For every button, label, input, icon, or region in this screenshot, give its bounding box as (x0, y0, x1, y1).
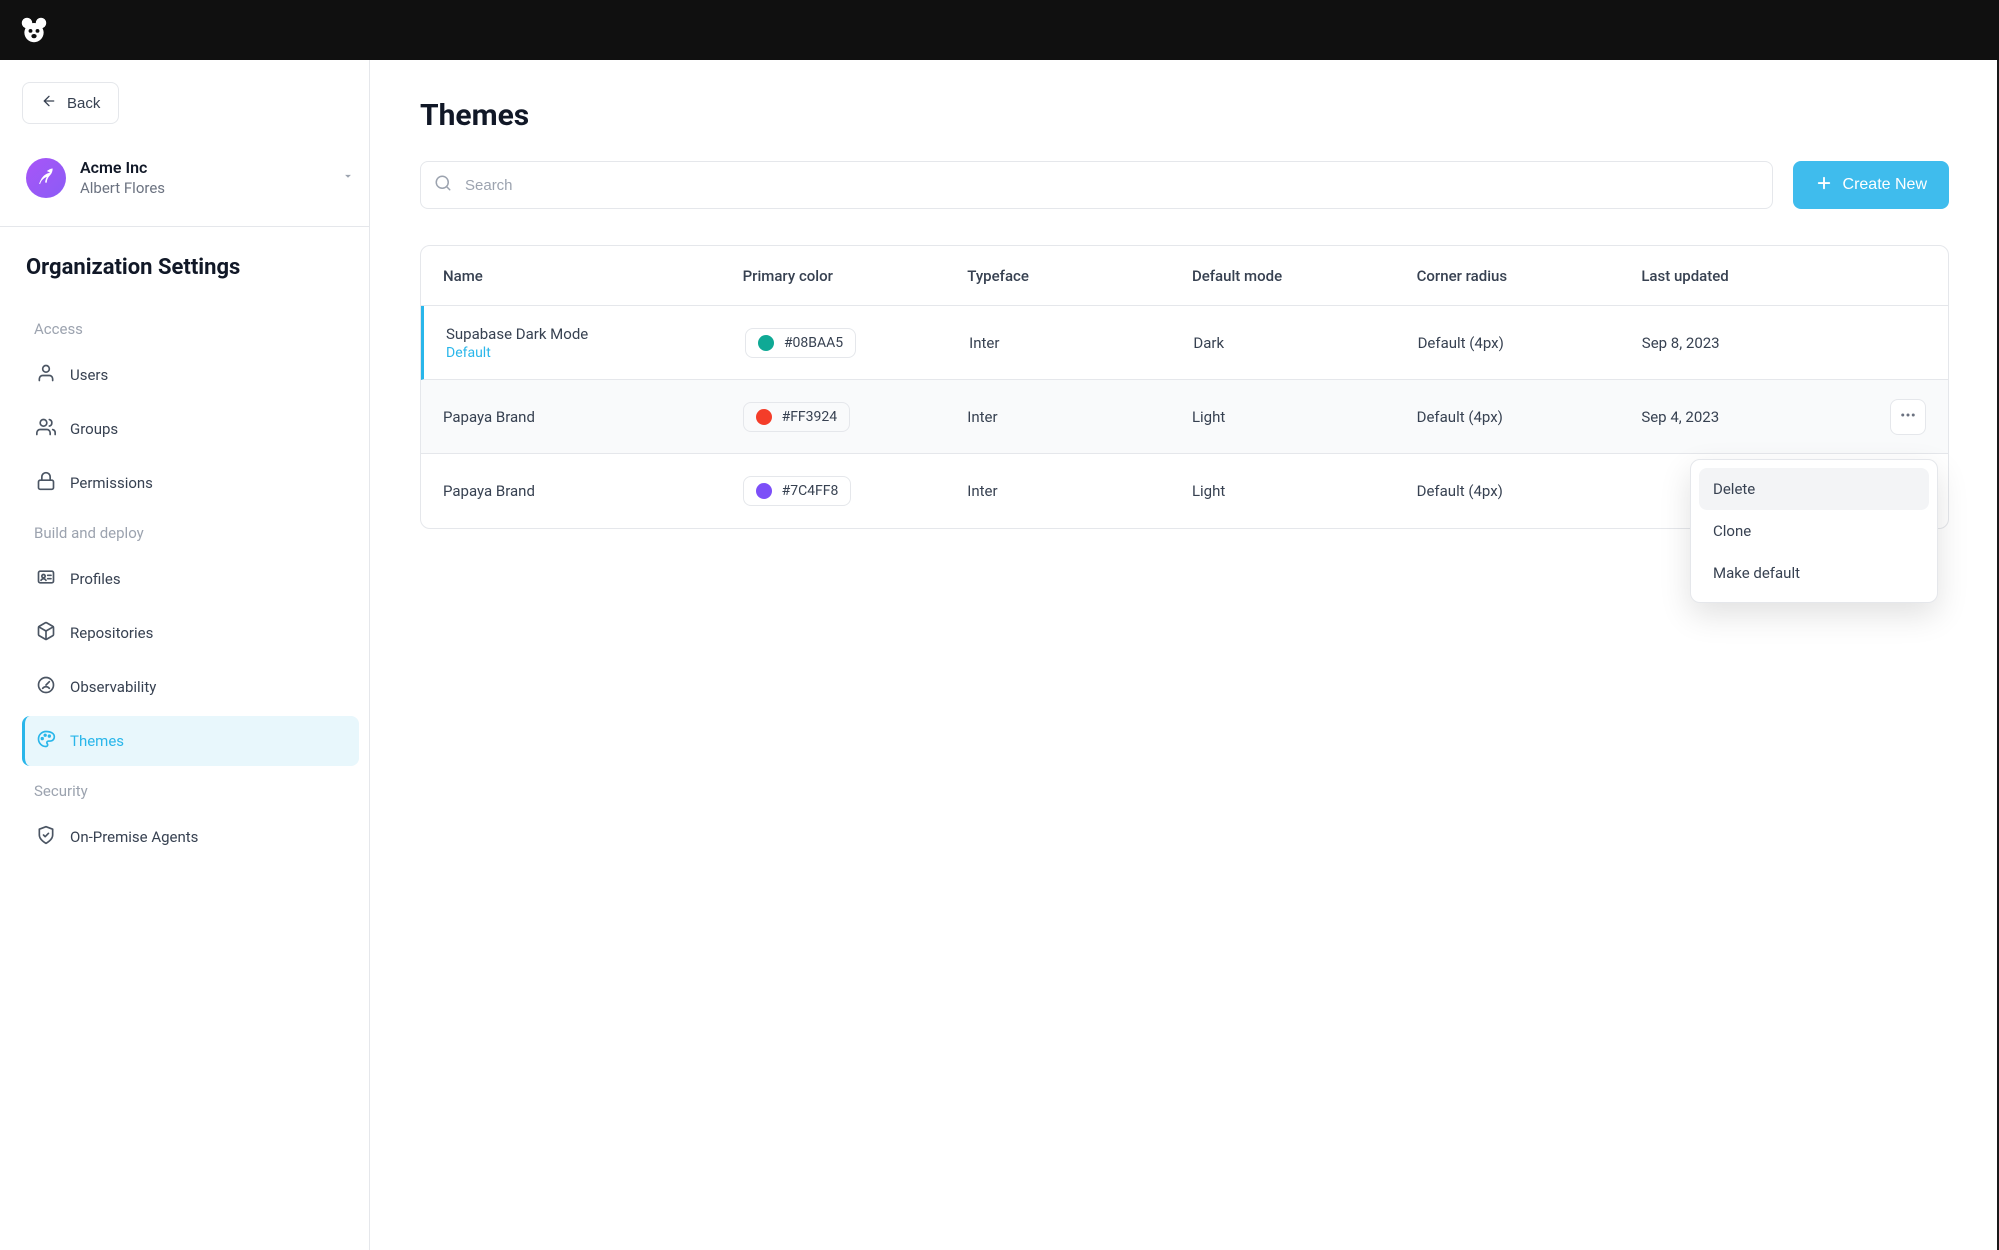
arrow-left-icon (41, 93, 57, 113)
col-corner-radius: Corner radius (1417, 267, 1642, 285)
col-primary-color: Primary color (743, 267, 968, 285)
sidebar-item-permissions[interactable]: Permissions (22, 458, 359, 508)
group-label-access: Access (22, 306, 359, 348)
sidebar-item-label: Users (70, 366, 108, 384)
org-user: Albert Flores (80, 179, 327, 199)
back-button[interactable]: Back (22, 82, 119, 124)
default-badge: Default (446, 345, 745, 361)
section-title: Organization Settings (22, 255, 359, 280)
more-horizontal-icon (1899, 406, 1917, 427)
search-wrap (420, 161, 1773, 209)
sidebar-item-label: Themes (70, 732, 124, 750)
main-content: Themes Create New Name (370, 60, 1999, 1250)
sidebar-item-groups[interactable]: Groups (22, 404, 359, 454)
row-actions-button[interactable] (1890, 399, 1926, 435)
sidebar-item-label: Permissions (70, 474, 153, 492)
color-chip: #7C4FF8 (743, 476, 852, 506)
table-header: Name Primary color Typeface Default mode… (421, 246, 1948, 306)
mode-cell: Light (1192, 408, 1417, 426)
divider (0, 226, 369, 227)
search-input[interactable] (420, 161, 1773, 209)
sidebar-item-observability[interactable]: Observability (22, 662, 359, 712)
page-title: Themes (420, 98, 1949, 133)
gauge-icon (36, 675, 56, 699)
org-avatar (26, 158, 66, 198)
leaf-icon (36, 166, 56, 190)
updated-cell: Sep 8, 2023 (1642, 334, 1866, 352)
col-default-mode: Default mode (1192, 267, 1417, 285)
col-typeface: Typeface (967, 267, 1192, 285)
menu-item-make-default[interactable]: Make default (1699, 552, 1929, 594)
color-chip: #FF3924 (743, 402, 851, 432)
color-hex: #08BAA5 (784, 335, 843, 351)
lock-icon (36, 471, 56, 495)
table-row[interactable]: Supabase Dark Mode Default #08BAA5 Inter… (421, 306, 1948, 380)
shield-icon (36, 825, 56, 849)
sidebar-item-label: On-Premise Agents (70, 828, 198, 846)
chevron-down-icon (341, 169, 355, 187)
color-hex: #7C4FF8 (782, 483, 839, 499)
menu-item-clone[interactable]: Clone (1699, 510, 1929, 552)
themes-table: Name Primary color Typeface Default mode… (420, 245, 1949, 529)
theme-name: Supabase Dark Mode (446, 325, 745, 343)
topbar (0, 0, 1999, 60)
sidebar-item-label: Observability (70, 678, 156, 696)
sidebar-item-users[interactable]: Users (22, 350, 359, 400)
sidebar-item-repositories[interactable]: Repositories (22, 608, 359, 658)
org-name: Acme Inc (80, 158, 327, 179)
group-label-security: Security (22, 768, 359, 810)
table-row[interactable]: Papaya Brand #FF3924 Inter Light Default… (421, 380, 1948, 454)
typeface-cell: Inter (967, 408, 1192, 426)
mode-cell: Dark (1193, 334, 1417, 352)
org-picker[interactable]: Acme Inc Albert Flores (22, 152, 359, 204)
theme-name: Papaya Brand (443, 482, 743, 500)
package-icon (36, 621, 56, 645)
col-name: Name (443, 267, 743, 285)
radius-cell: Default (4px) (1417, 408, 1642, 426)
color-hex: #FF3924 (782, 409, 838, 425)
user-icon (36, 363, 56, 387)
sidebar-item-profiles[interactable]: Profiles (22, 554, 359, 604)
radius-cell: Default (4px) (1418, 334, 1642, 352)
typeface-cell: Inter (969, 334, 1193, 352)
users-icon (36, 417, 56, 441)
id-card-icon (36, 567, 56, 591)
color-swatch (758, 335, 774, 351)
col-last-updated: Last updated (1641, 267, 1866, 285)
row-actions-menu: Delete Clone Make default (1690, 459, 1938, 603)
toolbar: Create New (420, 161, 1949, 209)
sidebar-item-themes[interactable]: Themes (22, 716, 359, 766)
back-label: Back (67, 95, 100, 112)
updated-cell: Sep 4, 2023 (1641, 408, 1866, 426)
typeface-cell: Inter (967, 482, 1192, 500)
color-swatch (756, 409, 772, 425)
plus-icon (1815, 174, 1833, 197)
create-new-button[interactable]: Create New (1793, 161, 1949, 209)
mode-cell: Light (1192, 482, 1417, 500)
group-label-build: Build and deploy (22, 510, 359, 552)
sidebar-item-label: Groups (70, 420, 118, 438)
sidebar-item-agents[interactable]: On-Premise Agents (22, 812, 359, 862)
palette-icon (36, 729, 56, 753)
sidebar: Back Acme Inc Albert Flores Organization… (0, 60, 370, 1250)
sidebar-item-label: Repositories (70, 624, 153, 642)
koala-logo-icon (20, 16, 48, 44)
color-chip: #08BAA5 (745, 328, 856, 358)
menu-item-delete[interactable]: Delete (1699, 468, 1929, 510)
create-new-label: Create New (1843, 176, 1927, 194)
sidebar-item-label: Profiles (70, 570, 121, 588)
color-swatch (756, 483, 772, 499)
theme-name: Papaya Brand (443, 408, 743, 426)
search-icon (434, 174, 452, 196)
radius-cell: Default (4px) (1417, 482, 1642, 500)
